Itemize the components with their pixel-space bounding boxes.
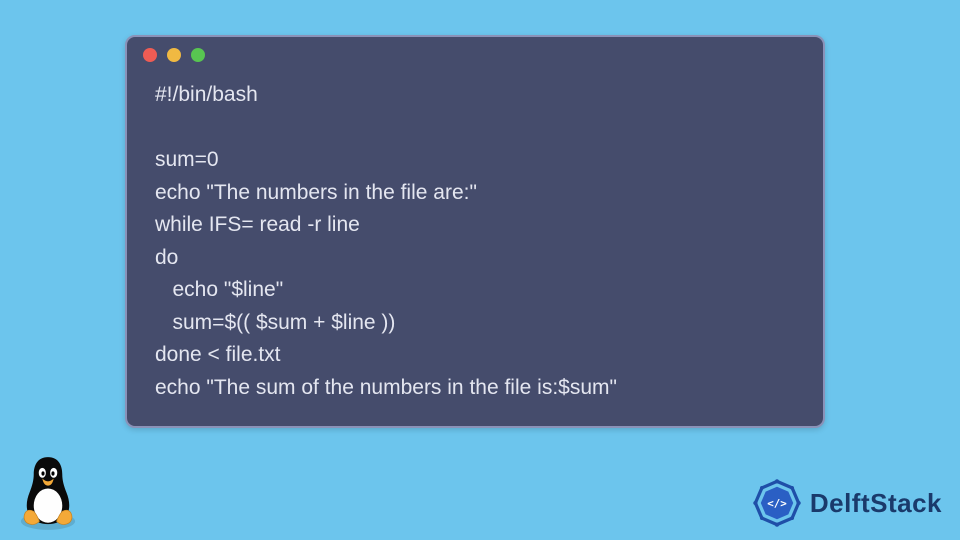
maximize-icon [191,48,205,62]
code-content: #!/bin/bash sum=0 echo "The numbers in t… [127,73,823,426]
brand-block: </> DelftStack [750,476,942,530]
brand-name: DelftStack [810,488,942,519]
linux-tux-icon [12,450,84,532]
code-window: #!/bin/bash sum=0 echo "The numbers in t… [125,35,825,428]
delftstack-logo-icon: </> [750,476,804,530]
close-icon [143,48,157,62]
svg-text:</>: </> [767,497,787,510]
minimize-icon [167,48,181,62]
window-title-bar [127,37,823,73]
